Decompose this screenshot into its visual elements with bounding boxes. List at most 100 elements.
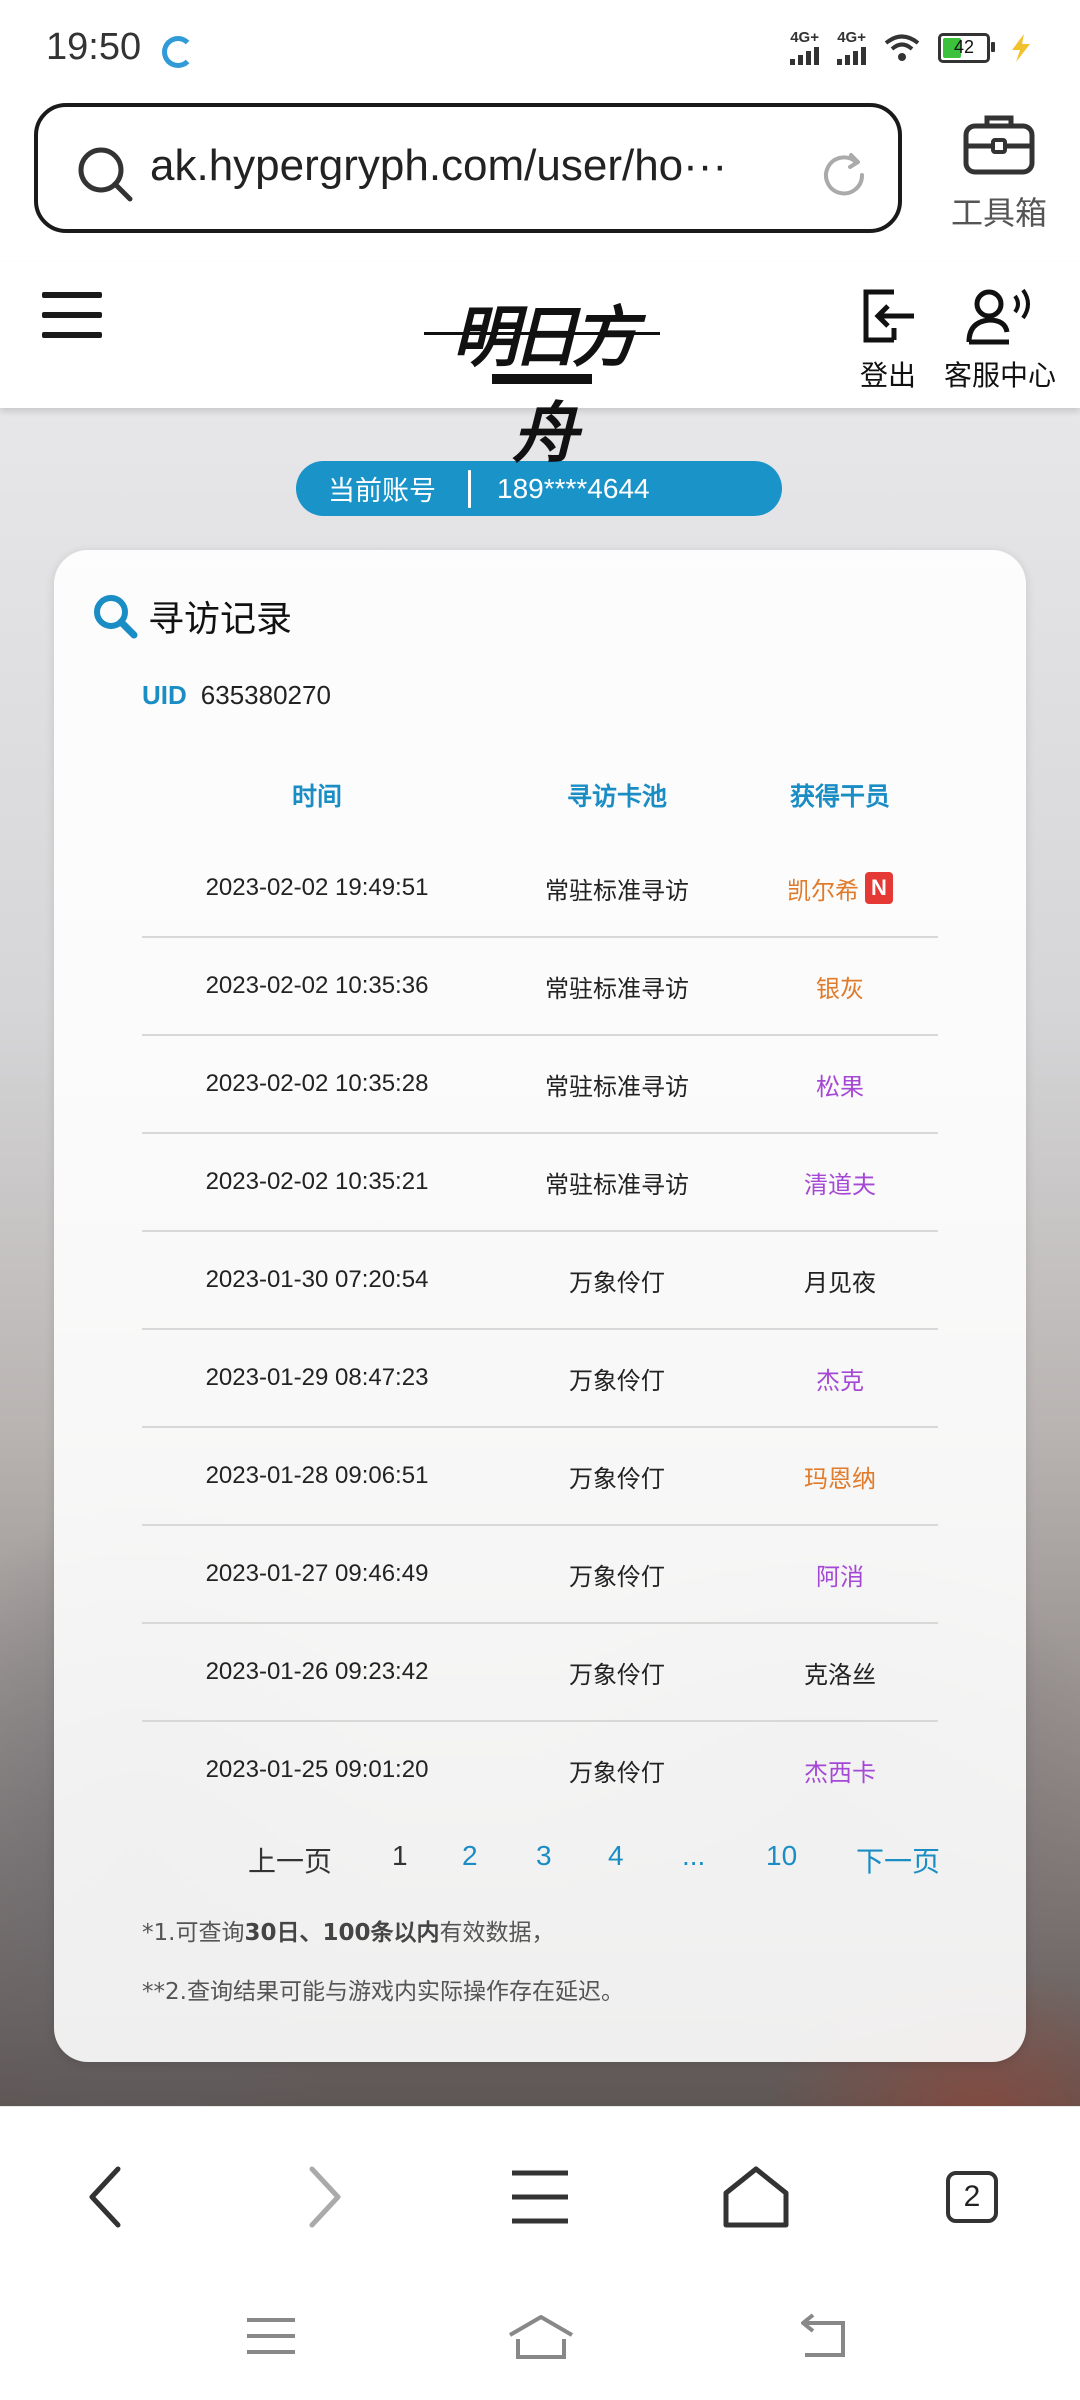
record-time: 2023-01-27 09:46:49 bbox=[142, 1525, 492, 1624]
record-pool: 万象伶仃 bbox=[492, 1525, 742, 1624]
reload-icon[interactable] bbox=[818, 149, 870, 201]
uid-row: UID 635380270 bbox=[142, 680, 331, 711]
page-title: 寻访记录 bbox=[148, 599, 293, 640]
address-bar[interactable]: ak.hypergryph.com/user/ho··· bbox=[34, 103, 902, 233]
recent-apps-button[interactable] bbox=[236, 2306, 306, 2366]
record-pool: 万象伶仃 bbox=[492, 1231, 742, 1330]
browser-toolbar: 2 bbox=[0, 2106, 1080, 2277]
home-icon bbox=[723, 2166, 789, 2228]
home-icon bbox=[508, 2315, 574, 2359]
home-button[interactable] bbox=[716, 2157, 796, 2237]
logout-button[interactable]: 登出 bbox=[858, 286, 918, 394]
record-operator-cell: 松果 bbox=[742, 1035, 938, 1134]
pagination: 上一页 1 2 3 4 ... 10 下一页 bbox=[174, 1830, 954, 1890]
recent-apps-icon bbox=[247, 2318, 295, 2354]
menu-button[interactable] bbox=[500, 2157, 580, 2237]
page-ellipsis: ... bbox=[682, 1840, 706, 1871]
menu-icon bbox=[512, 2170, 568, 2224]
tabs-button[interactable]: 2 bbox=[932, 2157, 1012, 2237]
record-operator-cell: 凯尔希 N bbox=[742, 840, 938, 938]
chevron-left-icon bbox=[89, 2166, 121, 2228]
uid-value: 635380270 bbox=[200, 680, 331, 710]
record-time: 2023-01-29 08:47:23 bbox=[142, 1329, 492, 1428]
status-bar: 19:50 4G+ 4G+ 42 bbox=[0, 0, 1080, 96]
record-operator: 杰西卡 bbox=[804, 1758, 876, 1787]
account-value: 189****4644 bbox=[497, 472, 650, 504]
status-time: 19:50 bbox=[46, 26, 142, 68]
records-card: 寻访记录 UID 635380270 时间 寻访卡池 获得干员 2023-02-… bbox=[54, 550, 1026, 2062]
system-home-button[interactable] bbox=[506, 2306, 576, 2366]
column-header-pool: 寻访卡池 bbox=[566, 782, 667, 811]
record-pool: 万象伶仃 bbox=[492, 1427, 742, 1526]
charging-icon bbox=[1012, 33, 1030, 62]
url-text[interactable]: ak.hypergryph.com/user/ho··· bbox=[150, 141, 790, 191]
record-pool: 万象伶仃 bbox=[492, 1623, 742, 1722]
page-1-current: 1 bbox=[392, 1840, 408, 1871]
page-10-link[interactable]: 10 bbox=[766, 1840, 797, 1872]
system-nav-bar bbox=[0, 2276, 1080, 2400]
tab-count: 2 bbox=[946, 2171, 998, 2223]
record-pool: 常驻标准寻访 bbox=[492, 1035, 742, 1134]
record-operator-cell: 杰西卡 bbox=[742, 1721, 938, 1818]
logo[interactable]: 明日方舟 bbox=[424, 280, 660, 472]
customer-service-button[interactable]: 客服中心 bbox=[944, 286, 1056, 394]
page-4-link[interactable]: 4 bbox=[608, 1840, 624, 1872]
site-header: 明日方舟 登出 客服中心 bbox=[0, 262, 1080, 472]
table-header: 时间 寻访卡池 获得干员 bbox=[142, 750, 938, 840]
table-row: 2023-02-02 10:35:28 常驻标准寻访 松果 bbox=[142, 1035, 938, 1134]
back-button[interactable] bbox=[66, 2157, 146, 2237]
record-operator-cell: 清道夫 bbox=[742, 1133, 938, 1232]
table-row: 2023-01-26 09:23:42 万象伶仃 克洛丝 bbox=[142, 1623, 938, 1722]
wifi-icon bbox=[884, 34, 920, 61]
toolbox-label: 工具箱 bbox=[950, 194, 1047, 232]
menu-icon[interactable] bbox=[42, 292, 102, 352]
record-pool: 万象伶仃 bbox=[492, 1329, 742, 1428]
record-operator-cell: 克洛丝 bbox=[742, 1623, 938, 1722]
system-back-button[interactable] bbox=[786, 2306, 856, 2366]
back-icon bbox=[801, 2313, 845, 2357]
record-operator: 银灰 bbox=[816, 974, 864, 1003]
record-time: 2023-01-30 07:20:54 bbox=[142, 1231, 492, 1330]
record-operator: 清道夫 bbox=[804, 1170, 876, 1199]
record-operator: 凯尔希 bbox=[787, 876, 859, 905]
record-operator: 玛恩纳 bbox=[804, 1464, 876, 1493]
record-time: 2023-02-02 19:49:51 bbox=[142, 840, 492, 938]
page-2-link[interactable]: 2 bbox=[462, 1840, 478, 1872]
loading-icon bbox=[162, 36, 194, 68]
signal-icon: 4G+ bbox=[790, 30, 819, 65]
customer-service-label: 客服中心 bbox=[944, 359, 1057, 392]
search-icon bbox=[78, 147, 133, 202]
toolbox-button[interactable]: 工具箱 bbox=[944, 112, 1054, 234]
column-header-time: 时间 bbox=[291, 782, 342, 811]
page-3-link[interactable]: 3 bbox=[536, 1840, 552, 1872]
record-operator-cell: 玛恩纳 bbox=[742, 1427, 938, 1526]
record-pool: 万象伶仃 bbox=[569, 1758, 665, 1787]
record-operator-cell: 月见夜 bbox=[742, 1231, 938, 1330]
table-row: 2023-01-28 09:06:51 万象伶仃 玛恩纳 bbox=[142, 1427, 938, 1526]
record-pool: 常驻标准寻访 bbox=[492, 937, 742, 1036]
headset-icon bbox=[966, 288, 1030, 345]
record-operator: 月见夜 bbox=[804, 1268, 876, 1297]
forward-button[interactable] bbox=[284, 2157, 364, 2237]
next-page-button[interactable]: 下一页 bbox=[856, 1840, 940, 1880]
uid-label: UID bbox=[142, 680, 187, 710]
prev-page-button[interactable]: 上一页 bbox=[248, 1840, 332, 1880]
record-time: 2023-01-26 09:23:42 bbox=[142, 1623, 492, 1722]
record-operator-cell: 杰克 bbox=[742, 1329, 938, 1428]
search-icon bbox=[94, 595, 138, 639]
note-1: *1.可查询30日、100条以内有效数据， bbox=[142, 1920, 555, 1946]
table-row: 2023-02-02 10:35:36 常驻标准寻访 银灰 bbox=[142, 937, 938, 1036]
signal-icon-2: 4G+ bbox=[837, 30, 866, 65]
record-time: 2023-02-02 10:35:28 bbox=[142, 1035, 492, 1134]
table-row: 2023-01-30 07:20:54 万象伶仃 月见夜 bbox=[142, 1231, 938, 1330]
logout-icon bbox=[863, 289, 914, 343]
chevron-right-icon bbox=[309, 2166, 341, 2228]
record-time: 2023-01-28 09:06:51 bbox=[142, 1427, 492, 1526]
record-operator: 克洛丝 bbox=[804, 1660, 876, 1689]
table-row: 2023-02-02 19:49:51 常驻标准寻访 凯尔希 N bbox=[142, 840, 938, 938]
record-operator: 阿消 bbox=[816, 1562, 864, 1591]
table-row: 2023-01-29 08:47:23 万象伶仃 杰克 bbox=[142, 1329, 938, 1428]
card-title: 寻访记录 bbox=[92, 590, 292, 642]
record-pool: 常驻标准寻访 bbox=[492, 1133, 742, 1232]
note-2: **2.查询结果可能与游戏内实际操作存在延迟。 bbox=[142, 1979, 624, 2005]
